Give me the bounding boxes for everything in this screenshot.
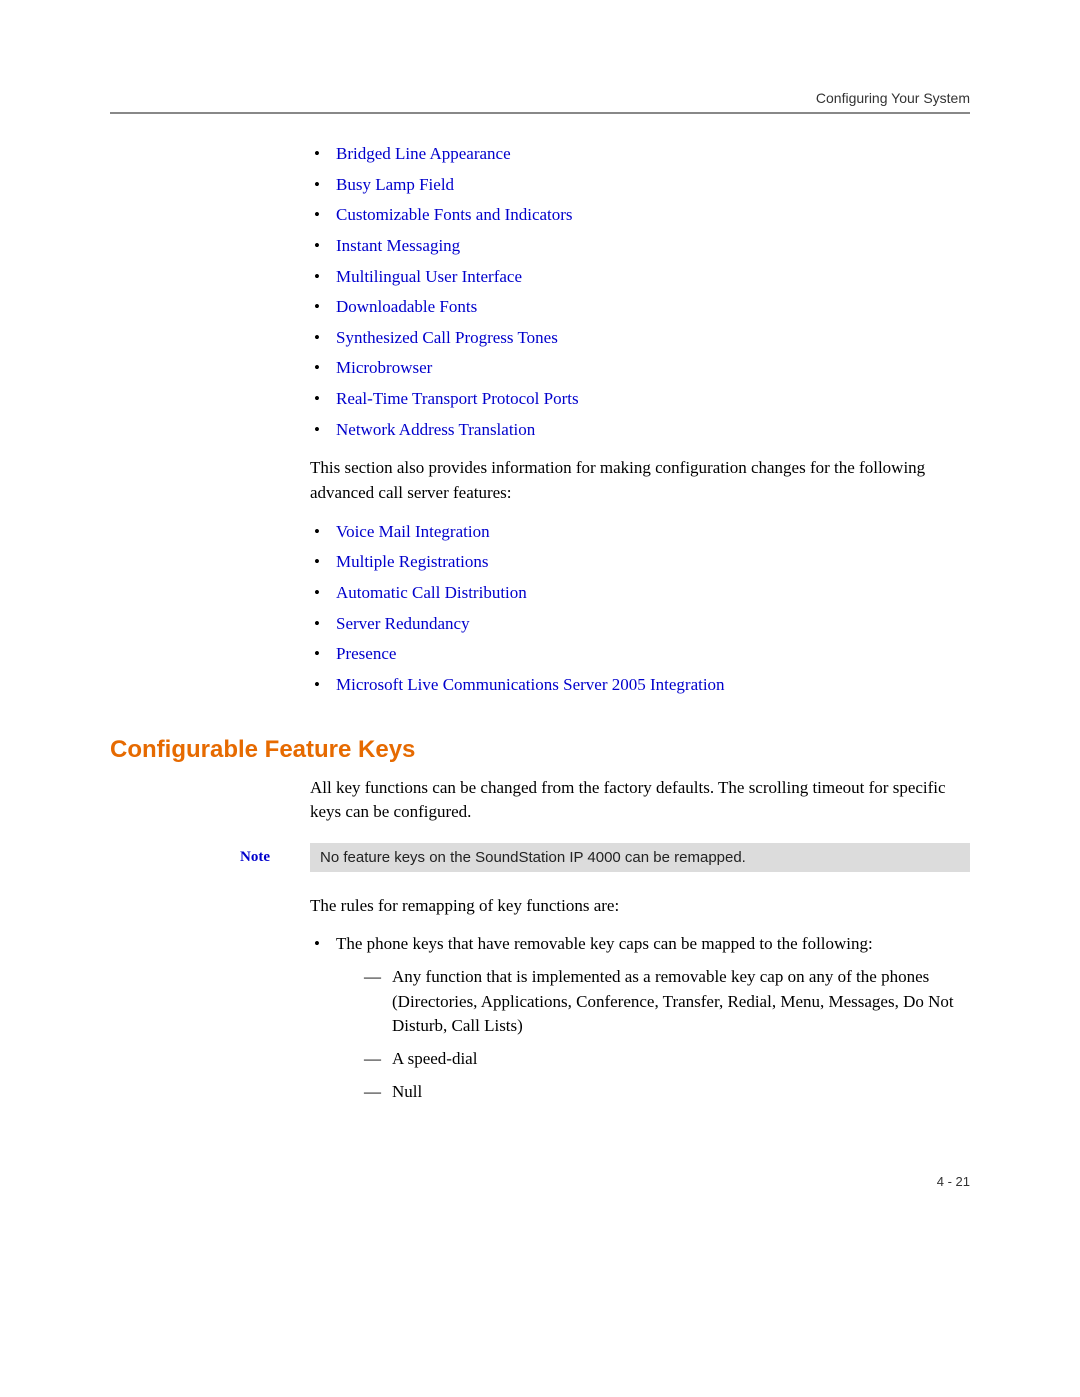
page-number: 4 - 21	[110, 1174, 970, 1189]
advanced-link-list: Voice Mail Integration Multiple Registra…	[310, 520, 970, 698]
link-synthesized-tones[interactable]: Synthesized Call Progress Tones	[336, 328, 558, 347]
link-customizable-fonts[interactable]: Customizable Fonts and Indicators	[336, 205, 573, 224]
sub-bullet-2: A speed-dial	[362, 1047, 970, 1072]
link-nat[interactable]: Network Address Translation	[336, 420, 535, 439]
link-acd[interactable]: Automatic Call Distribution	[336, 583, 527, 602]
link-microbrowser[interactable]: Microbrowser	[336, 358, 432, 377]
sub-bullet-3: Null	[362, 1080, 970, 1105]
section-heading-configurable-feature-keys: Configurable Feature Keys	[110, 736, 970, 764]
link-instant-messaging[interactable]: Instant Messaging	[336, 236, 460, 255]
rules-list-item: The phone keys that have removable key c…	[310, 932, 970, 1104]
note-text: No feature keys on the SoundStation IP 4…	[310, 843, 970, 872]
running-head: Configuring Your System	[110, 90, 970, 106]
link-downloadable-fonts[interactable]: Downloadable Fonts	[336, 297, 477, 316]
section-para-1: All key functions can be changed from th…	[310, 776, 970, 825]
sub-bullet-1: Any function that is implemented as a re…	[362, 965, 970, 1039]
document-page: Configuring Your System Bridged Line App…	[0, 0, 1080, 1249]
link-server-redundancy[interactable]: Server Redundancy	[336, 614, 470, 633]
note-label: Note	[240, 843, 310, 866]
link-multilingual-ui[interactable]: Multilingual User Interface	[336, 267, 522, 286]
section-body: All key functions can be changed from th…	[310, 776, 970, 825]
section-para-2: The rules for remapping of key functions…	[310, 894, 970, 919]
header-rule	[110, 112, 970, 114]
link-rtp-ports[interactable]: Real-Time Transport Protocol Ports	[336, 389, 579, 408]
link-voice-mail-integration[interactable]: Voice Mail Integration	[336, 522, 490, 541]
intro-paragraph: This section also provides information f…	[310, 456, 970, 505]
rules-sub-list: Any function that is implemented as a re…	[362, 965, 970, 1104]
rules-list: The phone keys that have removable key c…	[310, 932, 970, 1104]
link-busy-lamp-field[interactable]: Busy Lamp Field	[336, 175, 454, 194]
link-presence[interactable]: Presence	[336, 644, 396, 663]
note-callout: Note No feature keys on the SoundStation…	[110, 843, 970, 872]
content-column: Bridged Line Appearance Busy Lamp Field …	[310, 142, 970, 698]
link-ms-lcs-2005[interactable]: Microsoft Live Communications Server 200…	[336, 675, 725, 694]
link-multiple-registrations[interactable]: Multiple Registrations	[336, 552, 489, 571]
feature-link-list: Bridged Line Appearance Busy Lamp Field …	[310, 142, 970, 442]
rules-bullet-intro: The phone keys that have removable key c…	[336, 934, 873, 953]
link-bridged-line-appearance[interactable]: Bridged Line Appearance	[336, 144, 511, 163]
section-body-2: The rules for remapping of key functions…	[310, 894, 970, 1104]
